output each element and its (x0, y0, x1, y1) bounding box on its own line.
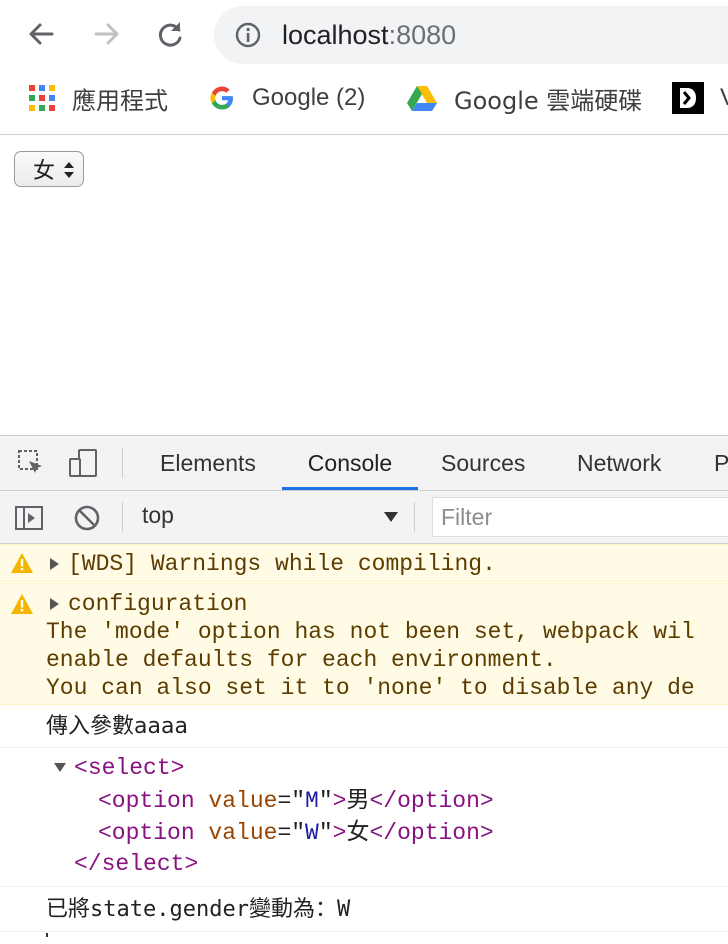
log-text: 已將state.gender變動為：W (46, 897, 351, 922)
option-element[interactable]: <option value="W">女</option> (98, 818, 494, 847)
console-log-element: <select> <option value="M">男</option> <o… (0, 749, 728, 887)
warning-detail-line: The 'mode' option has not been set, webp… (46, 619, 695, 645)
context-selector[interactable]: top (142, 502, 174, 529)
warning-detail-line: enable defaults for each environment. (46, 647, 557, 673)
toolbar-divider (414, 502, 415, 532)
devtools-panel: Elements Console Sources Network P top [… (0, 435, 728, 943)
url-host: localhost (282, 20, 389, 50)
console-prompt-caret[interactable] (46, 933, 48, 937)
toolbar-divider (122, 502, 123, 532)
console-log: 傳入參數aaaa (0, 706, 728, 748)
show-sidebar-icon[interactable] (14, 503, 44, 533)
warning-text[interactable]: [WDS] Warnings while compiling. (68, 550, 496, 578)
address-bar[interactable]: localhost:8080 (214, 6, 728, 64)
gender-select[interactable]: 女 (14, 151, 84, 187)
console-warning: [WDS] Warnings while compiling. (0, 544, 728, 582)
bookmark-google[interactable]: Google (2) (208, 80, 365, 116)
google-drive-icon (407, 86, 437, 111)
info-icon[interactable] (234, 21, 262, 49)
bookmark-label: Google 雲端硬碟 (454, 86, 643, 115)
apps-grid-icon (29, 85, 55, 111)
tab-sources[interactable]: Sources (441, 436, 525, 490)
warning-icon (11, 594, 33, 614)
tab-console[interactable]: Console (282, 436, 418, 490)
tab-network[interactable]: Network (577, 436, 661, 490)
toolbar-divider (122, 448, 123, 478)
warning-detail-line: You can also set it to 'none' to disable… (46, 675, 695, 701)
google-icon (210, 86, 233, 110)
option-value: M (305, 788, 319, 814)
url-port: :8080 (388, 20, 457, 50)
expand-arrow-icon[interactable] (50, 558, 59, 570)
devtools-tab-bar: Elements Console Sources Network P (0, 436, 728, 491)
tab-more[interactable]: P (714, 436, 728, 490)
select-open-tag[interactable]: <select> (74, 754, 184, 782)
warning-title[interactable]: configuration (68, 590, 247, 618)
console-toolbar: top (0, 491, 728, 544)
tag-name: select (101, 851, 185, 877)
bookmark-label: Google (2) (252, 84, 366, 111)
collapse-arrow-icon[interactable] (54, 763, 66, 772)
bookmark-label: V (720, 84, 728, 112)
device-toolbar-icon[interactable] (68, 448, 98, 478)
reload-icon[interactable] (152, 16, 188, 52)
option-element[interactable]: <option value="M">男</option> (98, 786, 494, 815)
back-arrow-icon[interactable] (24, 16, 60, 52)
bookmark-label: 應用程式 (72, 86, 168, 115)
clear-console-icon[interactable] (72, 503, 102, 533)
bookmark-apps[interactable]: 應用程式 (28, 80, 168, 116)
gender-select-value: 女 (33, 159, 56, 184)
console-warning: configuration The 'mode' option has not … (0, 583, 728, 705)
option-text: 男 (346, 787, 370, 813)
console-filter-input[interactable] (432, 497, 728, 537)
console-output: [WDS] Warnings while compiling. configur… (0, 544, 728, 944)
url-text[interactable]: localhost:8080 (282, 18, 456, 52)
bookmark-v[interactable]: V (672, 80, 728, 116)
bookmark-google-drive[interactable]: Google 雲端硬碟 (406, 80, 642, 116)
select-close-tag[interactable]: </select> (74, 850, 198, 878)
forward-arrow-icon[interactable] (88, 16, 124, 52)
browser-chrome: localhost:8080 應用程式 Google (2) Google 雲端… (0, 0, 728, 135)
log-text: 傳入參數aaaa (46, 714, 188, 739)
warning-icon (11, 553, 33, 573)
console-log: 已將state.gender變動為：W (0, 888, 728, 932)
expand-arrow-icon[interactable] (50, 598, 59, 610)
tag-name: select (87, 755, 171, 781)
select-arrows-icon (64, 162, 74, 178)
tab-elements[interactable]: Elements (160, 436, 256, 490)
option-text: 女 (346, 819, 370, 845)
option-value: W (305, 820, 319, 846)
bookmark-logo-icon (672, 82, 704, 114)
dropdown-arrow-icon[interactable] (384, 511, 398, 523)
inspect-element-icon[interactable] (16, 448, 46, 478)
